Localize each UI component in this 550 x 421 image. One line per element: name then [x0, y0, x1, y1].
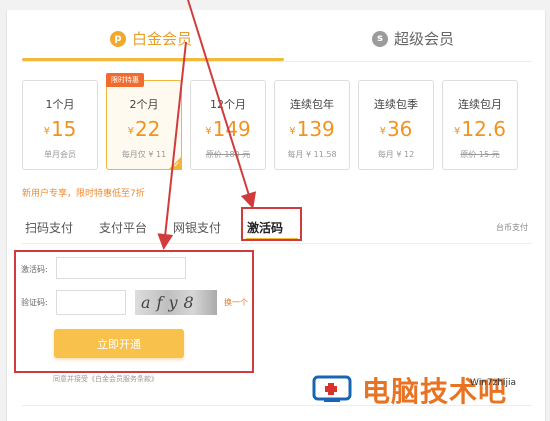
- tab-pay-platform[interactable]: 支付平台: [99, 219, 147, 236]
- tab-platinum-label: 白金会员: [132, 30, 193, 48]
- tab-bank-pay[interactable]: 网银支付: [173, 219, 221, 236]
- plan-card-1month[interactable]: 1个月 ¥15 单月会员: [22, 80, 98, 170]
- plan-card-monthly-auto[interactable]: 连续包月 ¥12.6 原价 15 元: [442, 80, 518, 170]
- plan-card-yearly-auto[interactable]: 连续包年 ¥139 每月 ¥ 11.58: [274, 80, 350, 170]
- highlight-box-form: [14, 250, 254, 373]
- tabs-divider: [22, 61, 532, 62]
- plan-name: 12个月: [210, 98, 246, 111]
- plan-sub: 每月 ¥ 12: [377, 150, 415, 159]
- tab-platinum[interactable]: p 白金会员: [110, 28, 192, 49]
- plan-card-12months[interactable]: 12个月 ¥149 原价 180 元: [190, 80, 266, 170]
- agreement-text[interactable]: 同意并接受《白金会员服务条款》: [53, 374, 158, 384]
- plan-price: ¥149: [205, 117, 251, 141]
- plan-sub: 原价 180 元: [205, 150, 251, 159]
- plan-name: 连续包季: [374, 98, 418, 111]
- paytabs-divider: [22, 243, 532, 244]
- watermark-small-text: Win7zhijia: [470, 378, 517, 388]
- coin-pay-link[interactable]: 台币支付: [496, 222, 528, 233]
- plan-name: 2个月: [129, 98, 159, 111]
- plan-sub: 单月会员: [44, 150, 76, 159]
- limited-offer-badge: 限时特惠: [106, 73, 144, 87]
- plan-name: 1个月: [45, 98, 75, 111]
- plan-cards: 1个月 ¥15 单月会员 限时特惠 2个月 ¥22 每月仅 ¥ 11 ✓ 12个…: [22, 73, 518, 170]
- plan-price: ¥22: [127, 117, 161, 141]
- tab-super-label: 超级会员: [394, 30, 455, 48]
- platinum-icon: p: [110, 30, 126, 47]
- plan-card-quarterly-auto[interactable]: 连续包季 ¥36 每月 ¥ 12: [358, 80, 434, 170]
- plan-name: 连续包年: [290, 98, 334, 111]
- plan-sub: 每月 ¥ 11.58: [287, 150, 337, 159]
- plan-card-2months[interactable]: 限时特惠 2个月 ¥22 每月仅 ¥ 11 ✓: [106, 73, 182, 170]
- tab-super[interactable]: s 超级会员: [372, 28, 454, 49]
- watermark-text: 电脑技术吧: [362, 375, 508, 408]
- plan-price: ¥139: [289, 117, 335, 141]
- plan-price: ¥12.6: [454, 117, 506, 141]
- highlight-box-activation-tab: [241, 207, 302, 241]
- check-icon: ✓: [173, 160, 180, 169]
- plan-price: ¥36: [379, 117, 413, 141]
- plan-sub: 原价 15 元: [460, 150, 500, 159]
- tab-qr-pay[interactable]: 扫码支付: [25, 219, 73, 236]
- plan-price: ¥15: [43, 117, 77, 141]
- plan-name: 连续包月: [458, 98, 502, 111]
- super-icon: s: [372, 30, 388, 47]
- watermark-logo-icon: [312, 375, 352, 402]
- promo-text: 新用户专享，限时特惠低至7折: [22, 189, 145, 199]
